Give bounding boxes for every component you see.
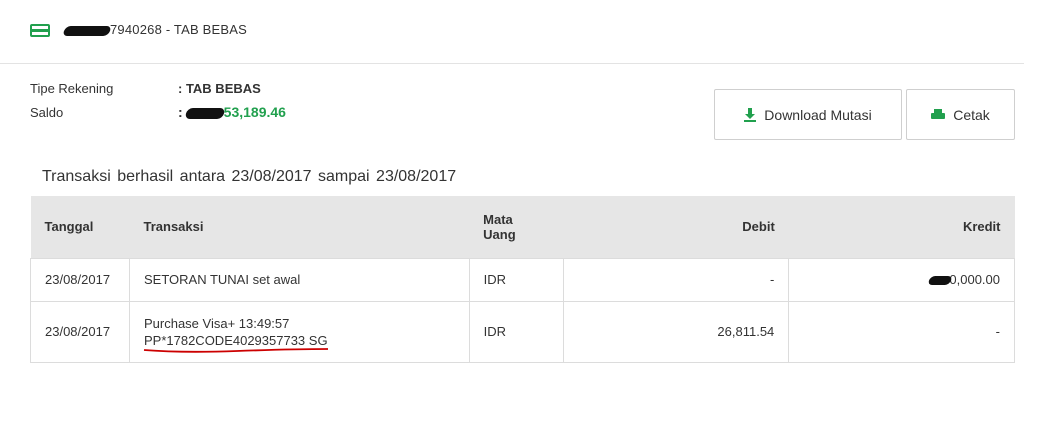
highlighted-reference: PP*1782CODE4029357733 SG (143, 333, 328, 353)
cell-debit: 26,811.54 (562, 300, 790, 363)
cell-currency: IDR (468, 300, 564, 363)
balance-value: :53,189.46 (178, 104, 286, 120)
header-transaction: Transaksi (143, 219, 204, 235)
account-type-value: : TAB BEBAS (178, 81, 261, 96)
header-currency: Mata Uang (483, 211, 516, 242)
cell-currency: IDR (468, 257, 564, 302)
header-credit: Kredit (962, 219, 1001, 235)
download-icon (744, 107, 757, 122)
account-header: 7940268 - TAB BEBAS (0, 0, 1024, 64)
table-header-row: Tanggal Transaksi Mata Uang Debit Kredit (30, 196, 1015, 258)
balance-label: Saldo (30, 105, 64, 120)
table-row: 23/08/2017 Purchase Visa+ 13:49:57 PP*17… (30, 300, 1015, 363)
cell-credit: - (788, 300, 1015, 363)
cell-date: 23/08/2017 (30, 300, 130, 363)
print-button[interactable]: Cetak (906, 89, 1015, 140)
printer-icon (931, 108, 946, 121)
cell-credit: 0,000.00 (788, 257, 1015, 302)
download-mutation-button[interactable]: Download Mutasi (714, 89, 902, 140)
cell-transaction: SETORAN TUNAI set awal (128, 257, 470, 302)
redacted-mark (184, 107, 226, 119)
cell-transaction: Purchase Visa+ 13:49:57 PP*1782CODE40293… (128, 300, 470, 363)
table-row: 23/08/2017 SETORAN TUNAI set awal IDR - … (30, 257, 1015, 302)
cell-date: 23/08/2017 (30, 257, 130, 302)
account-title: 7940268 - TAB BEBAS (62, 22, 247, 37)
transaction-period-caption: Transaksi berhasil antara 23/08/2017 sam… (42, 168, 457, 185)
header-date: Tanggal (44, 219, 94, 235)
redacted-mark (62, 25, 112, 36)
account-type-label: Tipe Rekening (30, 81, 114, 96)
header-debit: Debit (742, 219, 775, 235)
transaction-table: Tanggal Transaksi Mata Uang Debit Kredit … (30, 196, 1015, 363)
cell-debit: - (562, 257, 790, 302)
credit-card-icon (30, 24, 50, 37)
red-underline-annotation (143, 347, 328, 353)
